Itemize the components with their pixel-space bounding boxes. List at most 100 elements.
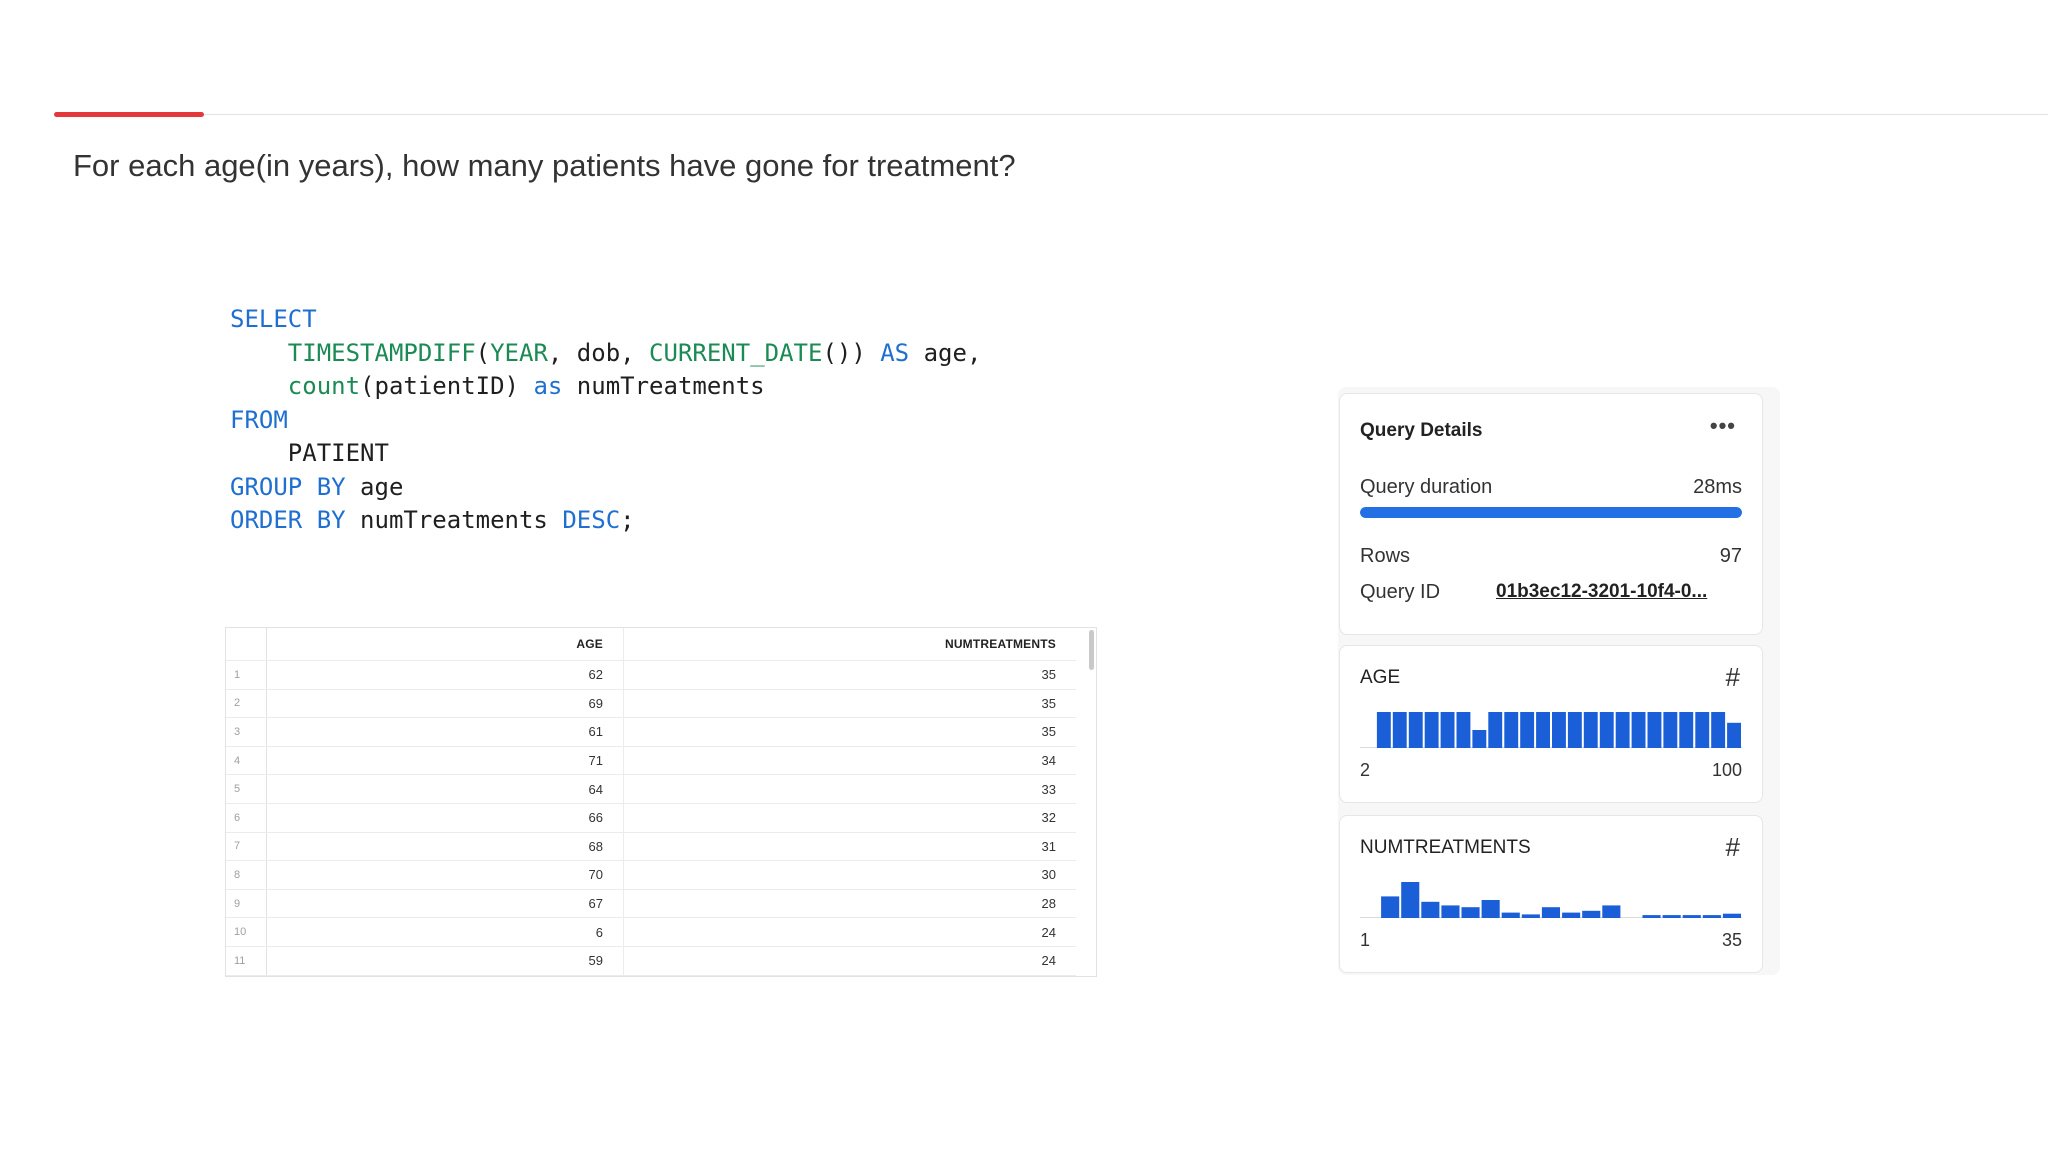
cell-age: 69 — [266, 689, 624, 719]
cell-age: 70 — [266, 860, 624, 890]
histogram-bar — [1488, 712, 1503, 748]
cell-numtreatments: 32 — [623, 803, 1076, 833]
histogram-bar — [1392, 712, 1407, 748]
histogram-bar — [1642, 915, 1661, 918]
row-number: 8 — [226, 860, 267, 890]
row-number: 1 — [226, 660, 267, 690]
table-row[interactable]: 3 61 35 — [226, 717, 1076, 747]
table-row[interactable]: 6 66 32 — [226, 803, 1076, 833]
numtreatments-histogram — [1360, 882, 1742, 918]
rows-value: 97 — [1719, 545, 1742, 567]
histogram-bar — [1376, 712, 1391, 748]
histogram-bar — [1702, 915, 1721, 918]
histogram-bar — [1520, 712, 1535, 748]
row-number: 4 — [226, 746, 267, 776]
query-duration-bar-fill — [1360, 507, 1742, 518]
results-table: AGE NUMTREATMENTS 1 62 35 2 69 35 3 61 35 4 71 34 5 6… — [225, 627, 1097, 977]
table-row[interactable]: 11 59 24 — [226, 946, 1076, 976]
histogram-max: 35 — [1721, 930, 1742, 950]
sql-group-col: age — [345, 472, 404, 501]
table-row[interactable]: 8 70 30 — [226, 860, 1076, 890]
table-row[interactable]: 7 68 31 — [226, 832, 1076, 862]
histogram-bar — [1682, 915, 1701, 918]
table-row[interactable]: 2 69 35 — [226, 689, 1076, 719]
table-row[interactable]: 5 64 33 — [226, 774, 1076, 804]
histogram-bar — [1461, 907, 1480, 918]
cell-age: 66 — [266, 803, 624, 833]
cell-age: 59 — [266, 946, 624, 976]
query-details-card: Query Details ••• Query duration 28ms Ro… — [1339, 393, 1763, 635]
cell-age: 64 — [266, 774, 624, 804]
row-number: 9 — [226, 889, 267, 919]
sql-table-name: PATIENT — [287, 439, 389, 467]
cell-numtreatments: 33 — [623, 774, 1076, 804]
query-id-link[interactable]: 01b3ec12-3201-10f4-0... — [1496, 581, 1742, 603]
age-histogram — [1360, 712, 1742, 748]
histogram-bar — [1456, 712, 1471, 748]
cell-numtreatments: 28 — [623, 889, 1076, 919]
histogram-bar — [1440, 712, 1455, 748]
cell-numtreatments: 31 — [623, 832, 1076, 862]
question-title: For each age(in years), how many patient… — [73, 148, 1016, 183]
row-number: 6 — [226, 803, 267, 833]
cell-age: 6 — [266, 917, 624, 947]
histogram-bar — [1727, 722, 1741, 748]
sql-fn-current-date: CURRENT_DATE — [649, 338, 823, 367]
row-number-header — [226, 628, 267, 661]
histogram-min: 1 — [1360, 930, 1371, 950]
histogram-max: 100 — [1711, 760, 1742, 780]
sql-paren-close: ()) — [822, 338, 881, 367]
query-duration-bar — [1360, 507, 1742, 518]
cell-numtreatments: 35 — [623, 689, 1076, 719]
hash-icon: # — [1725, 662, 1740, 692]
column-stats-card-age[interactable]: AGE # 2 100 — [1339, 645, 1763, 803]
row-number: 3 — [226, 717, 267, 747]
table-scrollbar[interactable] — [1089, 630, 1094, 670]
sql-count-arg: (patientID) — [360, 372, 534, 400]
histogram-bar — [1421, 901, 1440, 918]
histogram-bar — [1602, 905, 1621, 918]
more-horizontal-icon[interactable]: ••• — [1710, 415, 1736, 437]
histogram-bar — [1408, 712, 1423, 748]
cell-age: 67 — [266, 889, 624, 919]
table-row[interactable]: 10 6 24 — [226, 917, 1076, 947]
histogram-bar — [1401, 882, 1420, 918]
sql-fn-timestampdiff: TIMESTAMPDIFF — [287, 338, 476, 367]
rows-label: Rows — [1360, 545, 1411, 567]
sql-order-col: numTreatments — [345, 506, 563, 534]
hash-icon: # — [1725, 832, 1740, 862]
column-stats-card-numtreatments[interactable]: NUMTREATMENTS # 1 35 — [1339, 815, 1763, 973]
table-row[interactable]: 1 62 35 — [226, 660, 1076, 690]
sql-keyword-desc: DESC — [562, 506, 621, 534]
histogram-bar — [1541, 907, 1560, 918]
sql-keyword-select: SELECT — [230, 305, 317, 333]
column-header-age[interactable]: AGE — [266, 628, 624, 661]
histogram-bar — [1615, 712, 1630, 748]
histogram-bar — [1552, 712, 1566, 748]
cell-age: 61 — [266, 717, 624, 747]
cell-numtreatments: 24 — [623, 946, 1076, 976]
histogram-bar — [1441, 905, 1460, 918]
cell-numtreatments: 35 — [623, 717, 1076, 747]
histogram-bar — [1663, 712, 1678, 748]
row-number: 7 — [226, 832, 267, 862]
row-number: 2 — [226, 689, 267, 719]
histogram-min: 2 — [1360, 760, 1371, 780]
histogram-bar — [1679, 712, 1694, 748]
column-stats-title: NUMTREATMENTS — [1360, 837, 1531, 858]
table-row[interactable]: 4 71 34 — [226, 746, 1076, 776]
sql-fn-year: YEAR — [490, 338, 548, 367]
sql-keyword-as: AS — [880, 338, 910, 367]
accent-bar — [54, 112, 204, 117]
sql-alias-age: age, — [909, 338, 982, 367]
cell-age: 62 — [266, 660, 624, 690]
column-header-numtreatments[interactable]: NUMTREATMENTS — [623, 628, 1076, 661]
query-details-title: Query Details — [1360, 420, 1483, 441]
sql-keyword-group-by: GROUP BY — [230, 472, 346, 501]
histogram-bar — [1722, 913, 1741, 918]
table-row[interactable]: 9 67 28 — [226, 889, 1076, 919]
sql-keyword-as-lower: as — [533, 372, 563, 400]
sql-fn-count: count — [287, 372, 361, 400]
histogram-bar — [1504, 712, 1519, 748]
sql-alias-num: numTreatments — [562, 372, 765, 400]
